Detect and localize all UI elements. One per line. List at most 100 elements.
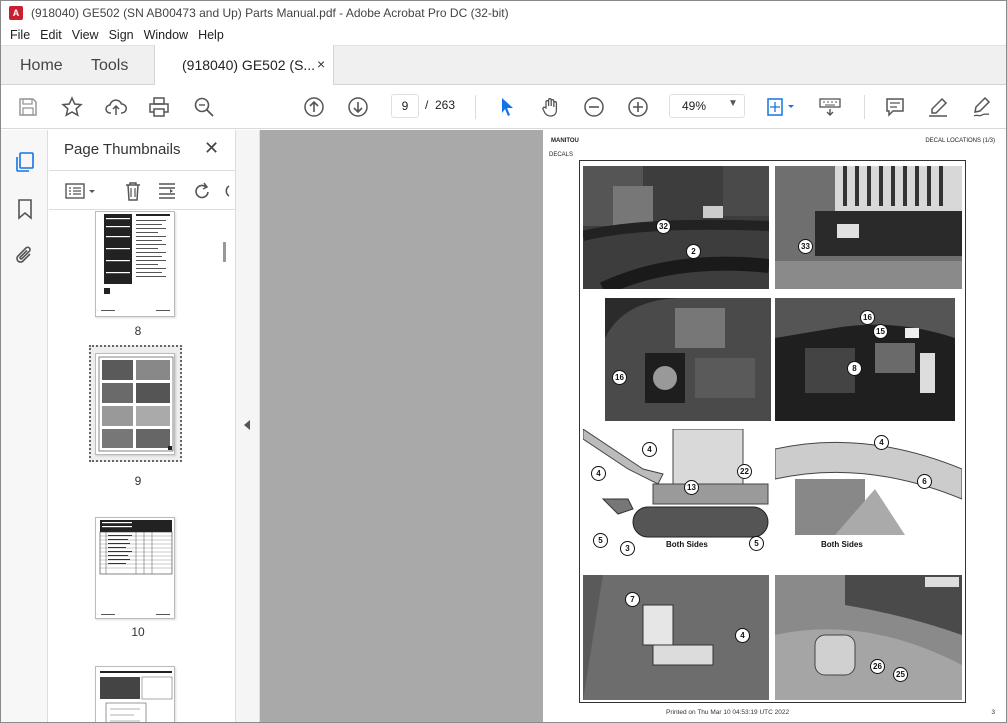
- thumbnail-toolbar: [49, 170, 235, 210]
- keyboard-icon[interactable]: [816, 94, 844, 120]
- print-icon[interactable]: [146, 94, 172, 120]
- photo-engine-left: [605, 298, 771, 421]
- collapse-panel-icon[interactable]: [244, 420, 250, 430]
- scrollbar-thumb[interactable]: [223, 242, 226, 262]
- pdf-page: MANITOU DECAL LOCATIONS (1/3) DECALS 32 …: [543, 130, 1006, 722]
- page-header-left: MANITOU: [551, 138, 579, 144]
- zoom-search-icon[interactable]: [191, 94, 217, 120]
- menu-bar: File Edit View Sign Window Help: [1, 25, 1006, 45]
- page-number-input[interactable]: 9: [391, 94, 419, 118]
- thumbnail-label-8: 8: [134, 324, 142, 338]
- section-title: DECALS: [549, 152, 574, 158]
- page-up-icon[interactable]: [301, 94, 327, 120]
- thumbnail-page-10[interactable]: [95, 517, 175, 619]
- document-viewer: MANITOU DECAL LOCATIONS (1/3) DECALS 32 …: [260, 130, 1006, 722]
- close-panel-icon[interactable]: ✕: [204, 138, 219, 159]
- upload-cloud-icon[interactable]: [103, 94, 129, 120]
- left-navigation-rail: [1, 130, 48, 722]
- thumbnail-options-icon[interactable]: [64, 180, 98, 202]
- title-bar: A (918040) GE502 (SN AB00473 and Up) Par…: [1, 1, 1006, 25]
- tab-document[interactable]: (918040) GE502 (S... ×: [154, 45, 334, 86]
- delete-page-icon[interactable]: [122, 180, 144, 202]
- thumbnail-page-11[interactable]: [95, 666, 175, 722]
- save-icon[interactable]: [15, 94, 41, 120]
- acrobat-window: A (918040) GE502 (SN AB00473 and Up) Par…: [0, 0, 1007, 723]
- comment-icon[interactable]: [882, 94, 908, 120]
- caption-both-sides-1: Both Sides: [666, 540, 708, 549]
- close-tab-icon[interactable]: ×: [317, 56, 325, 72]
- sign-pen-icon[interactable]: [969, 94, 995, 120]
- callout-6: 6: [917, 474, 932, 489]
- select-cursor-icon[interactable]: [494, 94, 520, 120]
- more-options-icon[interactable]: [221, 180, 231, 202]
- callout-22: 22: [737, 464, 752, 479]
- photo-hydraulic-panel: [583, 166, 769, 289]
- caption-both-sides-2: Both Sides: [821, 540, 863, 549]
- page-down-icon[interactable]: [345, 94, 371, 120]
- diagram-boom-arm: [775, 429, 962, 535]
- zoom-in-icon[interactable]: [625, 94, 651, 120]
- zoom-value: 49%: [682, 99, 707, 113]
- page-footer: Printed on Thu Mar 10 04:53:19 UTC 2022: [666, 709, 790, 716]
- thumbnail-label-10: 10: [131, 625, 145, 639]
- thumbnail-scrollbar[interactable]: [221, 214, 229, 714]
- callout-4-cab: 4: [642, 442, 657, 457]
- callout-25: 25: [893, 667, 908, 682]
- toolbar-divider-2: [864, 95, 865, 119]
- thumbnail-label-9: 9: [134, 474, 142, 488]
- menu-file[interactable]: File: [10, 28, 30, 42]
- acrobat-icon: A: [9, 6, 23, 20]
- photo-footplate: [775, 575, 962, 700]
- callout-32: 32: [656, 219, 671, 234]
- panel-title: Page Thumbnails: [64, 141, 181, 158]
- page-separator: /: [425, 98, 429, 112]
- bookmarks-icon[interactable]: [13, 197, 37, 221]
- zoom-select[interactable]: 49% ▼: [669, 94, 745, 118]
- menu-help[interactable]: Help: [198, 28, 224, 42]
- page-thumbnails-panel: Page Thumbnails ✕ 8 9 10: [49, 130, 235, 722]
- menu-sign[interactable]: Sign: [109, 28, 134, 42]
- page-header-right: DECAL LOCATIONS (1/3): [925, 138, 995, 144]
- thumbnail-page-8[interactable]: [95, 211, 175, 317]
- callout-4-bucket: 4: [591, 466, 606, 481]
- menu-view[interactable]: View: [72, 28, 99, 42]
- callout-16-right: 16: [860, 310, 875, 325]
- menu-window[interactable]: Window: [144, 28, 188, 42]
- page-number: 3: [991, 709, 995, 716]
- page-thumbnails-icon[interactable]: [13, 150, 37, 174]
- toolbar-divider: [475, 95, 476, 119]
- callout-5-right: 5: [749, 536, 764, 551]
- callout-16-left: 16: [612, 370, 627, 385]
- tab-bar: Home Tools (918040) GE502 (S... ×: [1, 45, 1006, 86]
- main-toolbar: 9 / 263 49% ▼: [1, 85, 1006, 129]
- callout-8: 8: [847, 361, 862, 376]
- tab-tools[interactable]: Tools: [91, 57, 128, 75]
- callout-3: 3: [620, 541, 635, 556]
- bookmark-star-icon[interactable]: [59, 94, 85, 120]
- extract-pages-icon[interactable]: [156, 180, 178, 202]
- callout-13: 13: [684, 480, 699, 495]
- callout-2: 2: [686, 244, 701, 259]
- diagram-excavator-side: [583, 429, 771, 557]
- callout-4-door: 4: [735, 628, 750, 643]
- thumbnail-page-9[interactable]: [95, 353, 175, 455]
- callout-4-boom: 4: [874, 435, 889, 450]
- callout-26: 26: [870, 659, 885, 674]
- chevron-down-icon: ▼: [728, 98, 738, 109]
- callout-15: 15: [873, 324, 888, 339]
- zoom-out-icon[interactable]: [581, 94, 607, 120]
- rotate-page-icon[interactable]: [191, 180, 213, 202]
- hand-tool-icon[interactable]: [538, 94, 564, 120]
- callout-33: 33: [798, 239, 813, 254]
- window-title: (918040) GE502 (SN AB00473 and Up) Parts…: [31, 6, 509, 20]
- highlight-pen-icon[interactable]: [925, 94, 951, 120]
- fit-page-icon[interactable]: [763, 94, 799, 120]
- callout-5-left: 5: [593, 533, 608, 548]
- decal-figure-frame: 32 2 33 16 16 15 8 4 4 22 13 5 3 5 4 6 7…: [579, 160, 966, 703]
- attachments-icon[interactable]: [13, 243, 37, 267]
- menu-edit[interactable]: Edit: [40, 28, 62, 42]
- callout-7: 7: [625, 592, 640, 607]
- photo-valve-block: [775, 166, 962, 289]
- panel-splitter[interactable]: [235, 130, 260, 722]
- tab-home[interactable]: Home: [20, 57, 63, 75]
